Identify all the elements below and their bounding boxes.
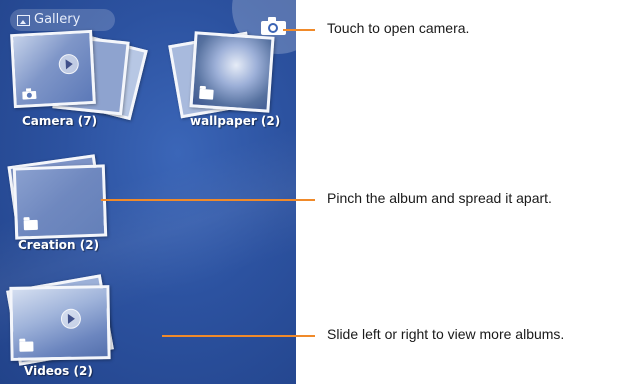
album-label: Camera (7) <box>22 114 98 128</box>
gallery-screen[interactable]: Gallery Camera (7) wallpaper (2) Creatio… <box>0 0 296 384</box>
callout-line-camera <box>283 29 315 31</box>
album-creation[interactable]: Creation (2) <box>6 152 126 260</box>
folder-icon <box>19 341 34 352</box>
callout-camera: Touch to open camera. <box>327 20 470 36</box>
play-icon <box>60 308 82 329</box>
album-cover <box>189 31 275 113</box>
album-camera[interactable]: Camera (7) <box>6 22 148 132</box>
callout-pinch: Pinch the album and spread it apart. <box>327 190 552 206</box>
album-cover <box>10 29 96 109</box>
folder-icon <box>199 88 214 100</box>
album-label: Videos (2) <box>24 364 93 378</box>
callout-line-pinch <box>101 199 315 201</box>
album-wallpaper[interactable]: wallpaper (2) <box>160 22 296 132</box>
album-cover <box>9 285 111 361</box>
callout-line-slide <box>162 335 315 337</box>
album-cover <box>12 164 108 240</box>
play-icon <box>58 53 80 75</box>
album-videos[interactable]: Videos (2) <box>4 274 134 384</box>
album-label: Creation (2) <box>18 238 100 252</box>
folder-icon <box>23 219 38 231</box>
album-label: wallpaper (2) <box>190 114 281 128</box>
camera-icon <box>22 88 37 100</box>
callout-slide: Slide left or right to view more albums. <box>327 326 565 342</box>
